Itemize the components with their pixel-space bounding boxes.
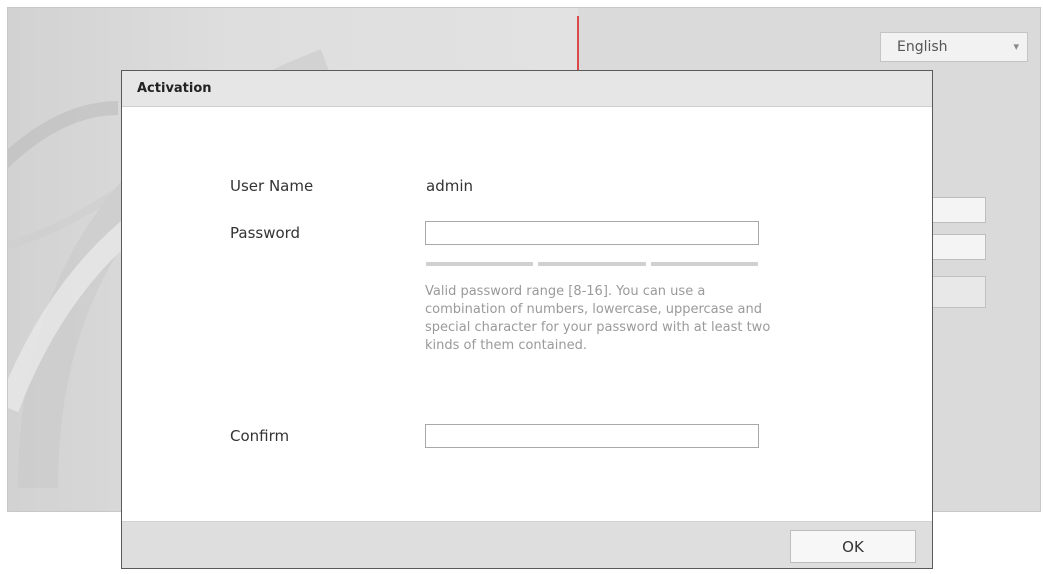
background-password-input [930, 234, 986, 260]
confirm-label: Confirm [230, 427, 290, 445]
dialog-title: Activation [137, 81, 212, 96]
ok-button[interactable]: OK [790, 530, 916, 563]
accent-divider [577, 16, 579, 76]
confirm-password-input[interactable] [425, 424, 759, 448]
strength-segment-weak [426, 262, 534, 266]
dialog-header: Activation [122, 71, 932, 107]
password-input[interactable] [425, 221, 759, 245]
username-value: admin [426, 177, 473, 195]
strength-segment-medium [538, 262, 646, 266]
chevron-down-icon: ▾ [1013, 40, 1019, 53]
dialog-body: User Name admin Password Valid password … [122, 107, 932, 521]
background-username-input [930, 197, 986, 223]
language-select[interactable]: English ▾ [880, 32, 1028, 62]
password-label: Password [230, 224, 301, 242]
activation-screen: English ▾ Activation User Name admin Pas… [0, 0, 1043, 574]
username-label: User Name [230, 177, 314, 195]
password-hint: Valid password range [8-16]. You can use… [425, 284, 771, 353]
activation-dialog: Activation User Name admin Password Vali… [121, 70, 933, 569]
strength-segment-strong [650, 262, 758, 266]
dialog-footer: OK [122, 521, 932, 568]
password-strength-meter [426, 262, 758, 266]
background-login-button [930, 276, 986, 308]
language-select-value: English [897, 39, 948, 55]
